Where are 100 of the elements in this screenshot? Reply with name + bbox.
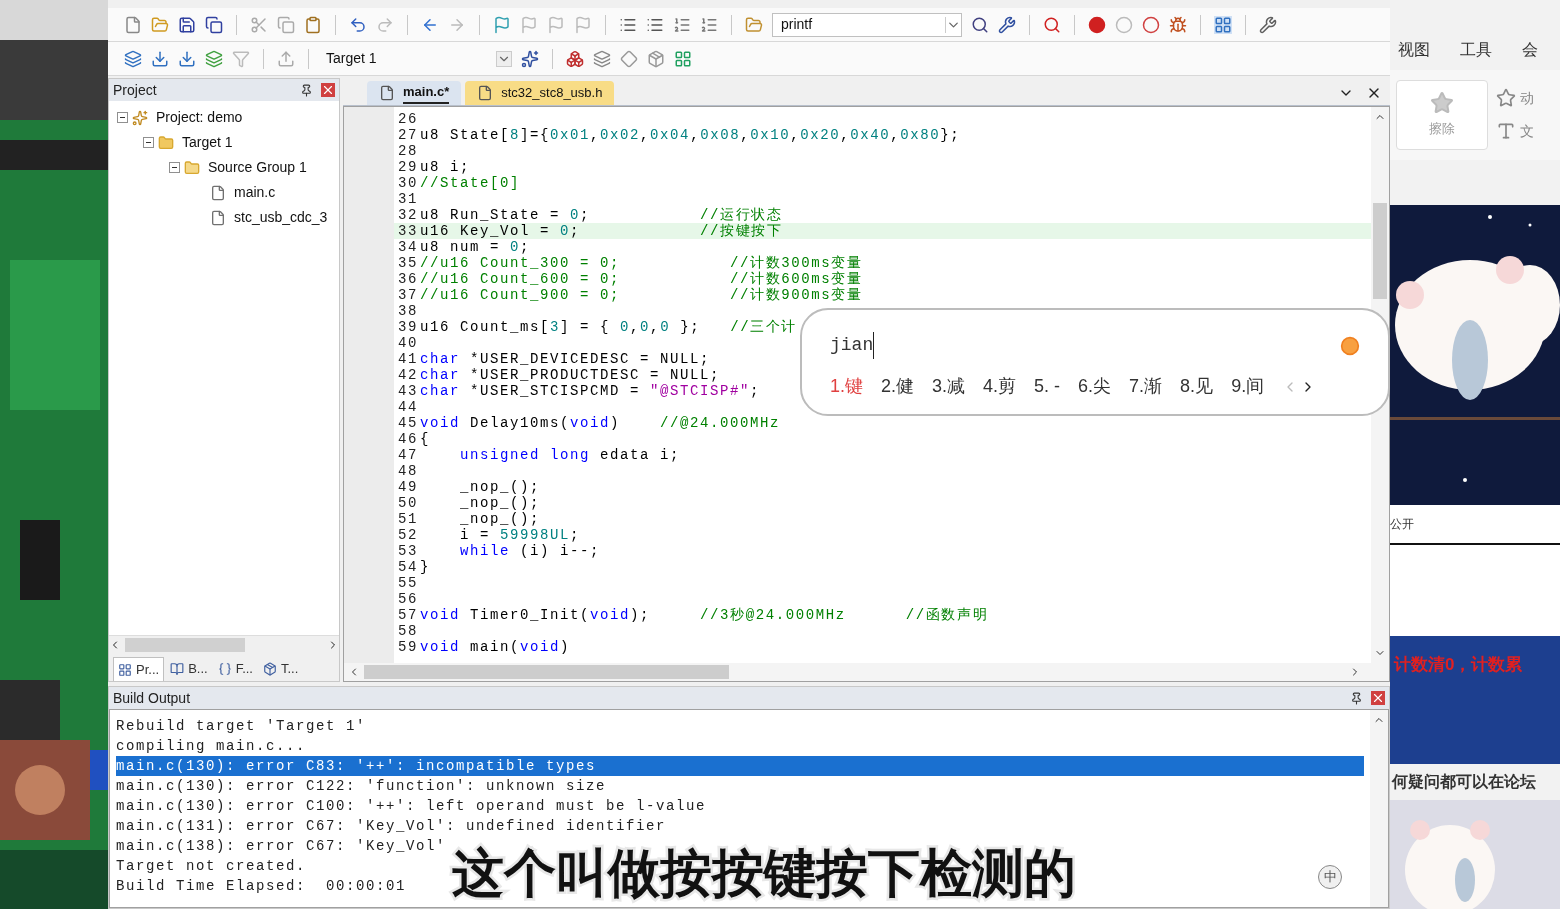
target-select[interactable]: Target 1 [322, 46, 512, 71]
code-line: u8 num = 0; [419, 239, 531, 255]
code-line: unsigned long edata i; [459, 447, 681, 463]
ribbon-label[interactable]: 动 [1520, 87, 1534, 109]
output-line[interactable]: main.c(138): error C67: 'Key_Vol' [116, 836, 447, 856]
ime-candidate[interactable]: 4.剪 [983, 373, 1017, 400]
settings-icon[interactable] [1259, 15, 1277, 34]
pin-icon[interactable] [1350, 691, 1363, 705]
save-icon[interactable] [178, 15, 196, 34]
undo-icon[interactable] [349, 15, 367, 34]
output-line[interactable]: Rebuild target 'Target 1' [116, 716, 367, 736]
line-number: 57 [397, 607, 418, 623]
ime-candidate[interactable]: 2.健 [881, 373, 915, 400]
rebuild-icon[interactable] [178, 49, 196, 68]
collapse-icon[interactable] [117, 112, 128, 123]
ime-candidate[interactable]: 8.见 [1180, 373, 1214, 400]
menu-item[interactable]: 工具 [1460, 37, 1492, 62]
bug-icon[interactable] [1169, 15, 1187, 34]
code-line: { [419, 431, 430, 447]
scrollbar-thumb[interactable] [364, 665, 729, 679]
tree-item[interactable]: Target 1 [182, 132, 233, 153]
file-icon [477, 85, 494, 101]
menu-item[interactable]: 会 [1522, 37, 1538, 62]
line-number: 49 [397, 479, 418, 495]
ime-candidate[interactable]: 3.减 [932, 373, 966, 400]
components-icon[interactable] [566, 49, 584, 68]
line-number: 40 [397, 335, 418, 351]
tree-item[interactable]: Project: demo [156, 107, 243, 128]
breakpoint-icon[interactable] [1088, 15, 1106, 34]
tools-icon[interactable] [998, 15, 1016, 34]
horizontal-scrollbar[interactable] [109, 635, 339, 653]
ime-candidate[interactable]: 9.间 [1231, 373, 1265, 400]
project-tab-icon [118, 662, 132, 677]
ime-logo-icon[interactable] [1340, 335, 1360, 356]
ime-candidate[interactable]: 6.尖 [1078, 373, 1112, 400]
magic-wand-icon[interactable] [521, 49, 539, 68]
grid-icon[interactable] [674, 49, 692, 68]
new-file-icon[interactable] [124, 15, 142, 34]
file-icon [379, 85, 395, 101]
pin-icon[interactable] [300, 83, 313, 97]
ime-input[interactable]: jian [830, 332, 875, 359]
save-all-icon[interactable] [205, 15, 223, 34]
text-icon [1496, 121, 1516, 142]
line-number: 41 [397, 351, 418, 367]
slide-text: 计数清0，计数累 [1392, 654, 1523, 677]
find-field[interactable]: printf [772, 12, 962, 37]
comment-icon[interactable] [673, 15, 691, 34]
scrollbar-thumb[interactable] [125, 637, 245, 652]
uncomment-icon[interactable] [700, 15, 718, 34]
code-line: u8 i; [419, 159, 470, 175]
debug-icon[interactable] [1043, 15, 1061, 34]
horizontal-scrollbar[interactable] [344, 663, 1389, 681]
collapse-icon[interactable] [169, 162, 180, 173]
ime-candidate[interactable]: 1.键 [830, 373, 863, 400]
vertical-scrollbar[interactable] [1370, 710, 1388, 907]
paste-icon[interactable] [304, 15, 322, 34]
ime-candidate[interactable]: 7.渐 [1129, 373, 1163, 400]
tree-item[interactable]: main.c [234, 182, 276, 203]
diamond-icon[interactable] [620, 49, 638, 68]
code-line: i = 59998UL; [459, 527, 581, 543]
line-number: 38 [397, 303, 418, 319]
line-number: 59 [397, 639, 418, 655]
window-icon[interactable] [1214, 15, 1232, 34]
find-in-files-icon[interactable] [745, 15, 763, 34]
menu-item[interactable]: 视图 [1398, 37, 1430, 62]
slide-thumbnail[interactable] [1390, 544, 1560, 637]
cut-icon[interactable] [250, 15, 268, 34]
output-line[interactable]: compiling main.c... [116, 736, 307, 756]
find-icon[interactable] [971, 15, 989, 34]
output-line[interactable]: Build Time Elapsed: 00:00:01 [116, 876, 407, 896]
file-tab[interactable]: main.c* [367, 81, 462, 105]
batch-build-icon[interactable] [205, 49, 223, 68]
translate-icon[interactable] [124, 49, 142, 68]
tree-item[interactable]: Source Group 1 [208, 157, 307, 178]
output-line[interactable]: Target not created. [116, 856, 307, 876]
output-line[interactable]: main.c(130): error C100: '++': left operand must be l-value [116, 796, 707, 816]
clear-breakpoints-icon[interactable] [1142, 15, 1160, 34]
collapse-icon[interactable] [143, 137, 154, 148]
line-number: 44 [397, 399, 418, 415]
line-number: 39 [397, 319, 418, 335]
copy-icon[interactable] [277, 15, 295, 34]
tree-item[interactable]: stc_usb_cdc_3 [234, 207, 328, 228]
target-folder-icon [158, 134, 174, 151]
line-number: 35 [397, 255, 418, 271]
output-line[interactable]: main.c(131): error C67: 'Key_Vol': undefined identifier [116, 816, 667, 836]
flag-icon[interactable] [493, 15, 511, 34]
ime-candidate[interactable]: 5. - [1034, 373, 1061, 400]
scrollbar-thumb[interactable] [1373, 203, 1387, 299]
file-tab[interactable]: stc32_stc8_usb.h [465, 81, 615, 105]
open-folder-icon[interactable] [151, 15, 169, 34]
load-icon[interactable] [277, 49, 295, 68]
code-line: _nop_(); [459, 495, 541, 511]
line-number: 43 [397, 383, 418, 399]
line-number: 42 [397, 367, 418, 383]
code-line: _nop_(); [459, 479, 541, 495]
panel-tab[interactable]: Pr... [113, 657, 165, 681]
stack-icon[interactable] [593, 49, 611, 68]
build-icon[interactable] [151, 49, 169, 68]
package-icon[interactable] [647, 49, 665, 68]
output-line[interactable]: main.c(130): error C122: 'function': unknown size [116, 776, 607, 796]
